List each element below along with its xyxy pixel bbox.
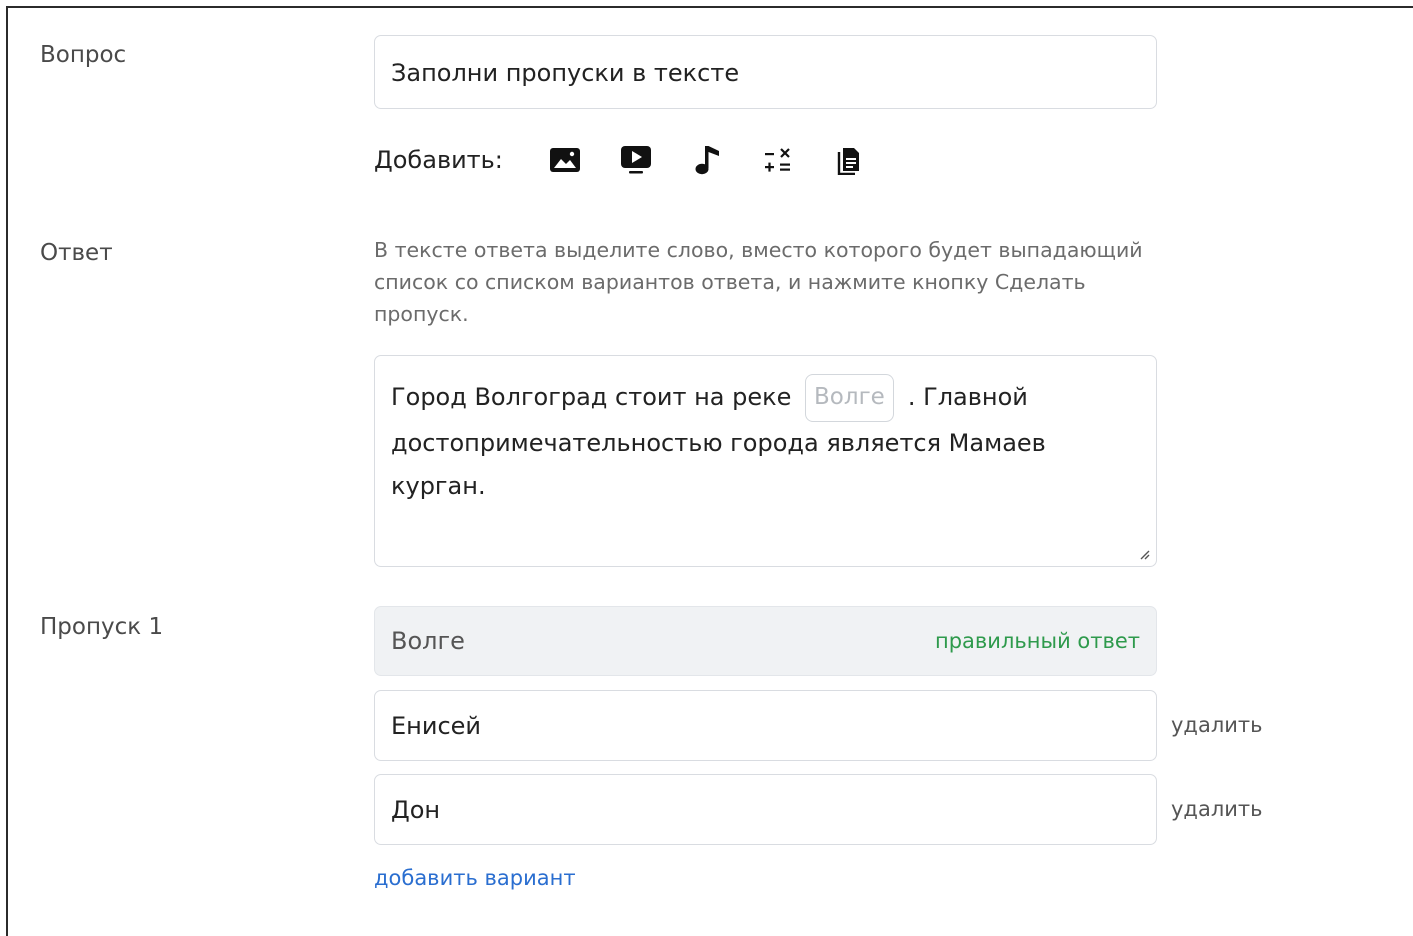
option-input[interactable]: Дон [374,774,1157,845]
correct-answer-tag: правильный ответ [935,629,1140,653]
image-icon[interactable] [547,142,583,178]
answer-hint: В тексте ответа выделите слово, вместо к… [374,238,1143,326]
question-label: Вопрос [40,42,127,68]
formula-icon[interactable] [760,142,796,178]
gap-chip[interactable]: Волге [805,374,894,422]
document-icon[interactable] [831,142,867,178]
video-icon[interactable] [618,142,654,178]
answer-textarea[interactable]: Город Волгоград стоит на реке Волге. Гла… [374,355,1157,567]
answer-text-before: Город Волгоград стоит на реке [391,383,792,411]
question-input[interactable]: Заполни пропуски в тексте [374,35,1157,109]
delete-option-button[interactable]: удалить [1171,797,1263,821]
option-input[interactable]: Енисей [374,690,1157,761]
correct-answer-field: Волге правильный ответ [374,606,1157,676]
gap1-label: Пропуск 1 [40,614,164,640]
correct-answer-value: Волге [391,627,465,655]
answer-label: Ответ [40,240,113,266]
delete-option-button[interactable]: удалить [1171,713,1263,737]
resize-handle-icon[interactable] [1138,548,1150,560]
add-variant-link[interactable]: добавить вариант [374,866,576,890]
add-label: Добавить: [374,146,503,174]
music-icon[interactable] [689,142,725,178]
add-media-toolbar: Добавить: [374,140,902,180]
